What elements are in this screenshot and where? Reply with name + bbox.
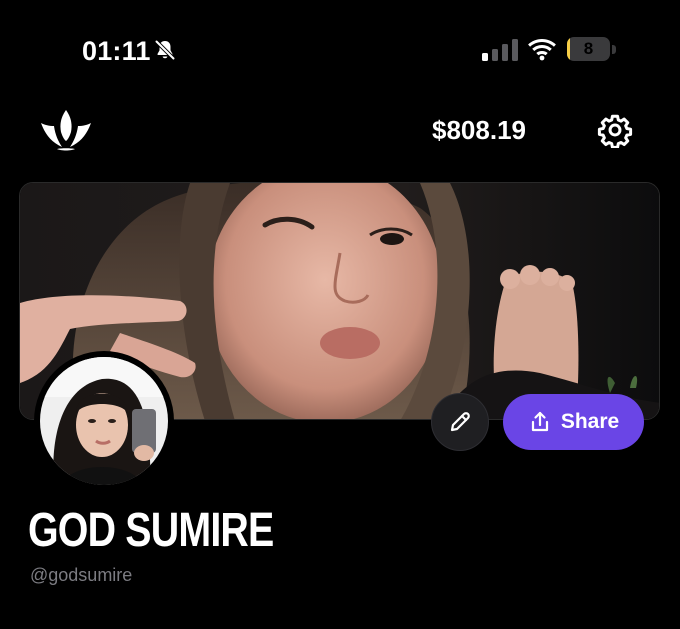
avatar-photo [40,357,168,485]
share-button-label: Share [560,410,620,433]
profile-screen: 01:11 8 $808.19 Share GOD SUMIRE @godsum… [0,0,680,629]
battery-cap [612,45,616,54]
share-icon [531,411,548,432]
battery-icon: 8 [567,37,610,61]
battery-indicator: 8 [567,37,617,63]
status-time: 01:11 [82,36,151,66]
share-button[interactable]: Share [503,394,644,450]
gear-icon[interactable] [597,112,633,148]
battery-level-text: 8 [583,39,594,58]
wifi-icon [528,39,556,61]
bell-muted-icon [155,40,175,60]
wallet-balance[interactable]: $808.19 [432,115,526,146]
profile-handle: @godsumire [30,565,133,585]
pencil-icon [450,412,470,432]
edit-profile-button[interactable] [431,393,489,451]
profile-display-name: GOD SUMIRE [28,504,274,557]
signal-icon [482,39,518,61]
crown-logo-icon[interactable] [40,108,92,152]
avatar[interactable] [34,351,174,491]
